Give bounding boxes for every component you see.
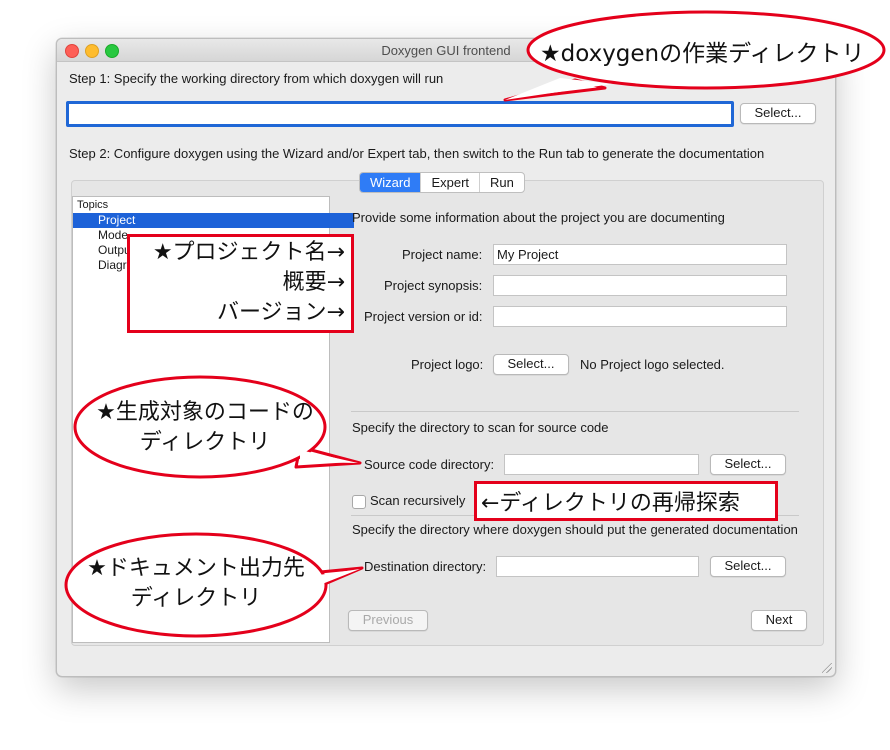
previous-button[interactable]: Previous — [348, 610, 428, 631]
source-intro: Specify the directory to scan for source… — [352, 420, 609, 435]
next-button[interactable]: Next — [751, 610, 807, 631]
step2-label: Step 2: Configure doxygen using the Wiza… — [69, 146, 765, 161]
project-name-label: Project name: — [402, 247, 483, 262]
tab-bar: Wizard Expert Run — [359, 172, 525, 193]
tab-expert[interactable]: Expert — [421, 173, 481, 192]
project-logo-status: No Project logo selected. — [580, 357, 725, 372]
source-directory-select-button[interactable]: Select... — [710, 454, 786, 475]
project-synopsis-label: Project synopsis: — [384, 278, 483, 293]
source-directory-input[interactable] — [504, 454, 699, 475]
working-directory-select-button[interactable]: Select... — [740, 103, 816, 124]
step1-label: Step 1: Specify the working directory fr… — [69, 71, 444, 86]
scan-recursively-label: Scan recursively — [370, 493, 466, 508]
project-logo-label: Project logo: — [411, 357, 484, 372]
project-name-input[interactable] — [493, 244, 787, 265]
source-directory-label: Source code directory: — [364, 457, 495, 472]
project-logo-select-button[interactable]: Select... — [493, 354, 569, 375]
project-intro: Provide some information about the proje… — [352, 210, 725, 225]
annotation-working-dir: ★doxygenの作業ディレクトリ — [540, 41, 865, 67]
project-synopsis-input[interactable] — [493, 275, 787, 296]
scan-recursively-checkbox[interactable] — [352, 495, 366, 509]
annotation-recursive: ←ディレクトリの再帰探索 — [481, 491, 740, 516]
destination-directory-label: Destination directory: — [364, 559, 487, 574]
annotation-dest-dir: ★ドキュメント出力先 ディレクトリ — [87, 556, 305, 611]
destination-directory-select-button[interactable]: Select... — [710, 556, 786, 577]
annotation-project-fields: ★プロジェクト名→ 概要→ バージョン→ — [152, 240, 345, 325]
annotation-source-dir: ★生成対象のコードの ディレクトリ — [96, 400, 314, 455]
tab-run[interactable]: Run — [480, 173, 524, 192]
project-version-input[interactable] — [493, 306, 787, 327]
tab-wizard[interactable]: Wizard — [360, 173, 422, 192]
destination-intro: Specify the directory where doxygen shou… — [352, 522, 798, 537]
destination-directory-input[interactable] — [496, 556, 699, 577]
topic-item-project[interactable]: Project — [73, 213, 354, 228]
section-divider-1 — [351, 411, 799, 412]
working-directory-input[interactable] — [66, 101, 734, 127]
resize-grip-icon[interactable] — [822, 663, 832, 673]
topics-header: Topics — [77, 199, 109, 211]
project-version-label: Project version or id: — [364, 309, 483, 324]
